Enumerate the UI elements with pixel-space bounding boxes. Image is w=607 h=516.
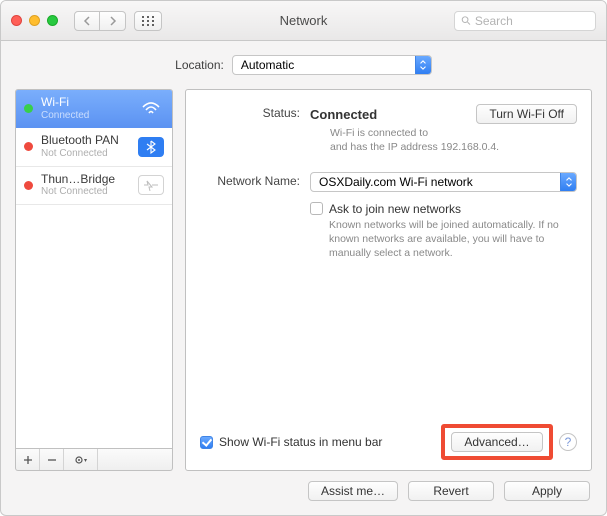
sidebar-item-title: Wi-Fi: [41, 96, 130, 110]
thunderbolt-icon: [138, 175, 164, 195]
status-dot-icon: [24, 104, 33, 113]
close-window-button[interactable]: [11, 15, 22, 26]
sidebar-column: Wi-Fi Connected Bluetooth PAN Not Connec…: [15, 89, 173, 471]
back-button[interactable]: [74, 11, 100, 31]
show-all-button[interactable]: [134, 11, 162, 31]
location-row: Location: Automatic: [15, 49, 592, 89]
search-icon: [461, 15, 471, 26]
action-menu-button[interactable]: [64, 449, 98, 470]
columns: Wi-Fi Connected Bluetooth PAN Not Connec…: [15, 89, 592, 471]
search-input[interactable]: [475, 14, 589, 28]
sidebar-item-text: Wi-Fi Connected: [41, 96, 130, 121]
bluetooth-icon: [138, 137, 164, 157]
assist-me-button[interactable]: Assist me…: [308, 481, 398, 501]
wifi-icon: [138, 99, 164, 119]
show-status-checkbox[interactable]: [200, 436, 213, 449]
ask-join-label: Ask to join new networks: [329, 202, 559, 216]
minimize-window-button[interactable]: [29, 15, 40, 26]
network-name-row: Network Name: OSXDaily.com Wi-Fi network: [200, 172, 577, 192]
grid-icon: [142, 16, 154, 26]
titlebar: Network: [1, 1, 606, 41]
search-field[interactable]: [454, 11, 596, 31]
chevron-left-icon: [83, 16, 91, 26]
detail-bottom: Show Wi-Fi status in menu bar Advanced… …: [200, 424, 577, 460]
ask-join-row: Ask to join new networks Known networks …: [310, 202, 577, 260]
nav-group: [74, 11, 126, 31]
location-value: Automatic: [241, 58, 294, 72]
network-preferences-window: Network Location: Automatic: [0, 0, 607, 516]
sidebar-item-subtitle: Not Connected: [41, 186, 130, 198]
sidebar-item-title: Thun…Bridge: [41, 173, 130, 187]
zoom-window-button[interactable]: [47, 15, 58, 26]
status-row: Status: Connected Turn Wi-Fi Off Wi-Fi i…: [200, 104, 577, 154]
chevron-right-icon: [109, 16, 117, 26]
footer-buttons: Assist me… Revert Apply: [15, 471, 592, 501]
sidebar-item-subtitle: Connected: [41, 110, 130, 122]
network-name-label: Network Name:: [200, 172, 310, 188]
location-label: Location:: [175, 58, 224, 72]
status-value: Connected: [310, 107, 377, 122]
location-select[interactable]: Automatic: [232, 55, 432, 75]
network-name-select[interactable]: OSXDaily.com Wi-Fi network: [310, 172, 577, 192]
sidebar-item-subtitle: Not Connected: [41, 148, 130, 160]
sidebar-item-thunderbolt-bridge[interactable]: Thun…Bridge Not Connected: [16, 167, 172, 205]
status-dot-icon: [24, 142, 33, 151]
ask-join-checkbox[interactable]: [310, 202, 323, 215]
revert-button[interactable]: Revert: [408, 481, 494, 501]
select-handle-icon: [560, 173, 576, 191]
sidebar-item-bluetooth-pan[interactable]: Bluetooth PAN Not Connected: [16, 128, 172, 166]
traffic-lights: [11, 15, 58, 26]
advanced-button[interactable]: Advanced…: [451, 432, 543, 452]
help-button[interactable]: ?: [559, 433, 577, 451]
select-handle-icon: [415, 56, 431, 74]
status-dot-icon: [24, 181, 33, 190]
turn-wifi-off-button[interactable]: Turn Wi-Fi Off: [476, 104, 577, 124]
minus-icon: [47, 455, 57, 465]
sidebar-item-title: Bluetooth PAN: [41, 134, 130, 148]
status-label: Status:: [200, 104, 310, 120]
gear-dropdown-icon: [74, 454, 88, 466]
apply-button[interactable]: Apply: [504, 481, 590, 501]
sidebar-footer: [15, 449, 173, 471]
forward-button[interactable]: [100, 11, 126, 31]
network-name-value: OSXDaily.com Wi-Fi network: [319, 175, 473, 189]
services-list: Wi-Fi Connected Bluetooth PAN Not Connec…: [15, 89, 173, 449]
ask-join-description: Known networks will be joined automatica…: [329, 219, 559, 260]
content-area: Location: Automatic Wi-Fi Connected: [1, 41, 606, 515]
show-status-label: Show Wi-Fi status in menu bar: [219, 435, 382, 449]
add-service-button[interactable]: [16, 449, 40, 470]
advanced-highlight: Advanced…: [441, 424, 553, 460]
sidebar-item-text: Bluetooth PAN Not Connected: [41, 134, 130, 159]
sidebar-item-text: Thun…Bridge Not Connected: [41, 173, 130, 198]
status-description: Wi-Fi is connected to and has the IP add…: [310, 127, 577, 154]
detail-panel: Status: Connected Turn Wi-Fi Off Wi-Fi i…: [185, 89, 592, 471]
remove-service-button[interactable]: [40, 449, 64, 470]
plus-icon: [23, 455, 33, 465]
sidebar-item-wifi[interactable]: Wi-Fi Connected: [16, 90, 172, 128]
